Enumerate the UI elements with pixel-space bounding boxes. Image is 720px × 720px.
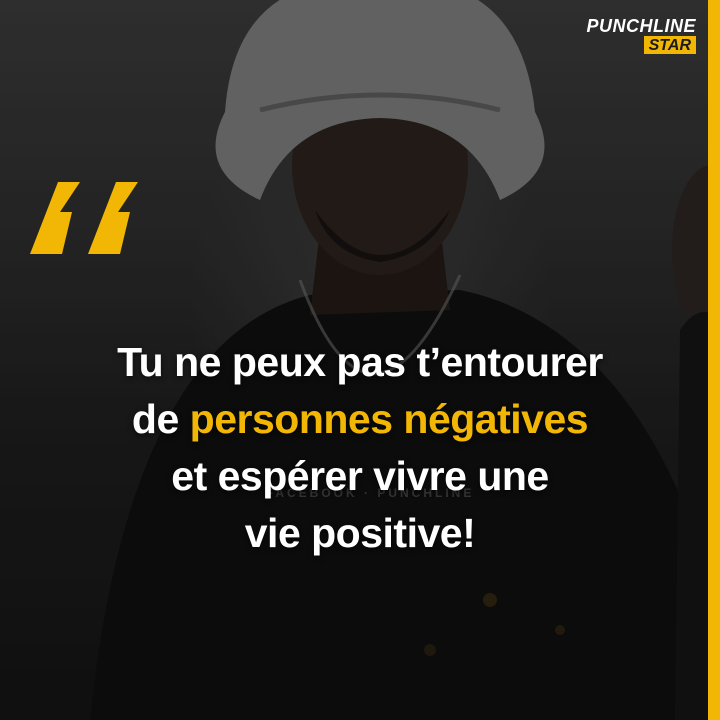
quote-line-2-prefix: de: [131, 396, 190, 442]
quote-text: Tu ne peux pas t’entourer de personnes n…: [0, 334, 720, 562]
quote-line-2: de personnes négatives: [0, 391, 720, 448]
quote-open-icon: [30, 182, 138, 254]
quote-line-3: et espérer vivre une: [171, 453, 549, 499]
quote-line-4: vie positive!: [244, 510, 476, 556]
quote-highlight: personnes négatives: [189, 396, 589, 442]
quote-line-1: Tu ne peux pas t’entourer: [117, 339, 603, 385]
brand-name-line1: PUNCHLINE: [586, 16, 696, 36]
quote-card: PUNCHLINE STAR FACEBOOK · PUNCHLINE Tu n…: [0, 0, 720, 720]
brand-logo: PUNCHLINE STAR: [586, 16, 696, 55]
brand-name-line2: STAR: [643, 36, 696, 54]
